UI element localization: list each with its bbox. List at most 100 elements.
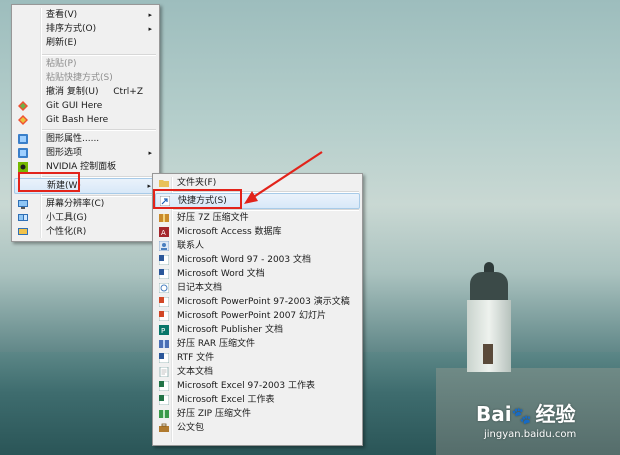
folder-icon bbox=[159, 180, 169, 187]
menu-item-personalize[interactable]: 个性化(R) bbox=[14, 225, 157, 239]
powerpoint-icon bbox=[159, 311, 169, 321]
menu-item-nvidia-control-panel[interactable]: NVIDIA 控制面板 bbox=[14, 160, 157, 174]
watermark-url: jingyan.baidu.com bbox=[484, 429, 577, 440]
menu-item-undo-copy[interactable]: 撤消 复制(U) Ctrl+Z bbox=[14, 85, 157, 99]
menu-item-label: 快捷方式(S) bbox=[178, 196, 227, 206]
svg-text:A: A bbox=[161, 229, 166, 237]
menu-item-label: Microsoft Publisher 文档 bbox=[177, 325, 283, 335]
menu-item-label: 公文包 bbox=[177, 423, 205, 433]
menu-item-label: 图形属性...... bbox=[46, 134, 100, 144]
menu-item-label: RTF 文件 bbox=[177, 353, 215, 363]
menu-item-label: 小工具(G) bbox=[46, 213, 87, 223]
menu-item-paste[interactable]: 粘贴(P) bbox=[14, 57, 157, 71]
menu-item-label: 好压 ZIP 压缩文件 bbox=[177, 409, 251, 419]
paw-icon: 🐾 bbox=[511, 406, 532, 425]
git-gui-icon bbox=[18, 101, 28, 111]
git-bash-icon bbox=[18, 115, 28, 125]
lighthouse-door bbox=[483, 344, 493, 364]
menu-item-git-gui[interactable]: Git GUI Here bbox=[14, 99, 157, 113]
submenu-item-7z-archive[interactable]: 好压 7Z 压缩文件 bbox=[155, 211, 360, 225]
menu-item-label: Microsoft PowerPoint 2007 幻灯片 bbox=[177, 311, 327, 321]
access-icon: A bbox=[159, 227, 169, 237]
menu-item-label: 查看(V) bbox=[46, 10, 78, 20]
archive-icon bbox=[159, 410, 169, 418]
excel-icon bbox=[159, 395, 169, 405]
submenu-item-word-97-2003[interactable]: Microsoft Word 97 - 2003 文档 bbox=[155, 253, 360, 267]
publisher-icon: P bbox=[159, 325, 169, 335]
gadgets-icon bbox=[18, 214, 28, 221]
menu-item-sort-by[interactable]: 排序方式(O) ▸ bbox=[14, 22, 157, 36]
graphics-properties-icon bbox=[18, 134, 28, 144]
menu-item-label: 好压 7Z 压缩文件 bbox=[177, 213, 249, 223]
menu-item-label: Git Bash Here bbox=[46, 115, 109, 125]
submenu-item-rar-archive[interactable]: 好压 RAR 压缩文件 bbox=[155, 337, 360, 351]
text-document-icon bbox=[159, 367, 169, 377]
excel-icon bbox=[159, 381, 169, 391]
menu-item-label: 屏幕分辨率(C) bbox=[46, 199, 105, 209]
menu-item-label: Microsoft Access 数据库 bbox=[177, 227, 282, 237]
menu-item-gadgets[interactable]: 小工具(G) bbox=[14, 211, 157, 225]
menu-item-view[interactable]: 查看(V) ▸ bbox=[14, 8, 157, 22]
archive-icon bbox=[159, 340, 169, 348]
nvidia-icon bbox=[18, 162, 28, 172]
menu-item-paste-shortcut[interactable]: 粘贴快捷方式(S) bbox=[14, 71, 157, 85]
graphics-options-icon bbox=[18, 148, 28, 158]
menu-item-label: 新建(W) bbox=[47, 181, 81, 191]
submenu-item-excel-97-2003[interactable]: Microsoft Excel 97-2003 工作表 bbox=[155, 379, 360, 393]
submenu-item-text-document[interactable]: 文本文档 bbox=[155, 365, 360, 379]
menu-item-new[interactable]: 新建(W) ▸ bbox=[14, 178, 157, 194]
menu-item-screen-resolution[interactable]: 屏幕分辨率(C) bbox=[14, 197, 157, 211]
word-document-icon bbox=[159, 255, 169, 265]
menu-item-label: Microsoft Word 文档 bbox=[177, 269, 265, 279]
submenu-item-word-document[interactable]: Microsoft Word 文档 bbox=[155, 267, 360, 281]
archive-icon bbox=[159, 214, 169, 222]
submenu-arrow-icon: ▸ bbox=[148, 25, 152, 33]
submenu-item-powerpoint-2007[interactable]: Microsoft PowerPoint 2007 幻灯片 bbox=[155, 309, 360, 323]
contact-icon bbox=[159, 241, 169, 251]
submenu-item-journal-document[interactable]: 日记本文档 bbox=[155, 281, 360, 295]
menu-item-label: 粘贴快捷方式(S) bbox=[46, 73, 113, 83]
menu-item-shortcut: Ctrl+Z bbox=[113, 87, 143, 97]
menu-item-label: 文件夹(F) bbox=[177, 178, 217, 188]
briefcase-icon bbox=[159, 423, 169, 432]
shortcut-icon bbox=[160, 196, 170, 206]
menu-item-refresh[interactable]: 刷新(E) bbox=[14, 36, 157, 50]
menu-item-label: Microsoft Excel 97-2003 工作表 bbox=[177, 381, 315, 391]
menu-item-label: 个性化(R) bbox=[46, 227, 87, 237]
new-submenu: 文件夹(F) 快捷方式(S) 好压 7Z 压缩文件 A Microsoft Ac… bbox=[152, 173, 363, 446]
menu-item-label: 日记本文档 bbox=[177, 283, 223, 293]
submenu-item-publisher-document[interactable]: P Microsoft Publisher 文档 bbox=[155, 323, 360, 337]
baidu-logo-text: Bai bbox=[476, 402, 512, 426]
menu-item-label: 排序方式(O) bbox=[46, 24, 97, 34]
menu-item-label: 文本文档 bbox=[177, 367, 214, 377]
submenu-item-zip-archive[interactable]: 好压 ZIP 压缩文件 bbox=[155, 407, 360, 421]
submenu-arrow-icon: ▸ bbox=[147, 182, 151, 190]
menu-item-label: 刷新(E) bbox=[46, 38, 77, 48]
menu-item-label: NVIDIA 控制面板 bbox=[46, 162, 117, 172]
menu-item-git-bash[interactable]: Git Bash Here bbox=[14, 113, 157, 127]
menu-item-label: Microsoft Excel 工作表 bbox=[177, 395, 275, 405]
menu-item-label: 好压 RAR 压缩文件 bbox=[177, 339, 256, 349]
screen-resolution-icon bbox=[18, 200, 28, 209]
powerpoint-icon bbox=[159, 297, 169, 307]
menu-item-graphics-options[interactable]: 图形选项 ▸ bbox=[14, 146, 157, 160]
submenu-item-powerpoint-97-2003[interactable]: Microsoft PowerPoint 97-2003 演示文稿 bbox=[155, 295, 360, 309]
submenu-item-briefcase[interactable]: 公文包 bbox=[155, 421, 360, 435]
submenu-item-contact[interactable]: 联系人 bbox=[155, 239, 360, 253]
submenu-arrow-icon: ▸ bbox=[148, 149, 152, 157]
personalize-icon bbox=[18, 228, 28, 235]
submenu-item-access-database[interactable]: A Microsoft Access 数据库 bbox=[155, 225, 360, 239]
submenu-item-excel-worksheet[interactable]: Microsoft Excel 工作表 bbox=[155, 393, 360, 407]
menu-item-label: 图形选项 bbox=[46, 148, 83, 158]
baidu-jingyan-watermark: Bai🐾 经验 jingyan.baidu.com bbox=[476, 398, 576, 440]
submenu-item-rtf-file[interactable]: RTF 文件 bbox=[155, 351, 360, 365]
submenu-arrow-icon: ▸ bbox=[148, 11, 152, 19]
menu-item-label: 撤消 复制(U) bbox=[46, 87, 99, 97]
journal-icon bbox=[159, 283, 169, 293]
annotation-arrow bbox=[244, 151, 323, 204]
menu-item-label: Microsoft PowerPoint 97-2003 演示文稿 bbox=[177, 297, 350, 307]
baidu-logo: Bai🐾 经验 bbox=[476, 398, 576, 427]
rtf-document-icon bbox=[159, 353, 169, 363]
menu-item-graphics-properties[interactable]: 图形属性...... bbox=[14, 132, 157, 146]
word-document-icon bbox=[159, 269, 169, 279]
